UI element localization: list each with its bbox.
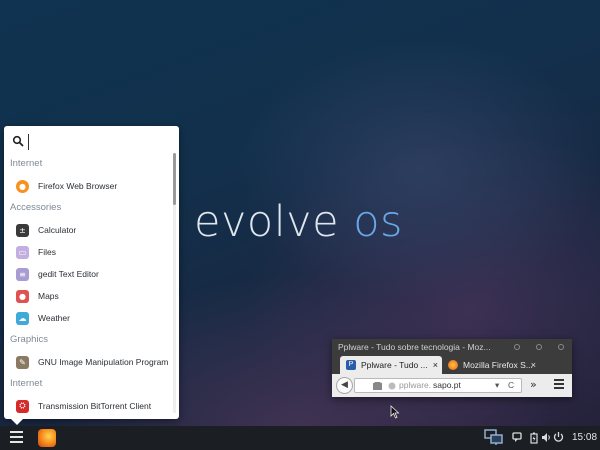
category-graphics: Graphics bbox=[10, 334, 49, 345]
reload-icon[interactable]: C bbox=[508, 379, 514, 392]
url-domain: sapo.pt bbox=[433, 380, 461, 390]
battery-icon[interactable] bbox=[530, 432, 538, 444]
transmission-icon: ⛭ bbox=[16, 399, 29, 413]
url-prefix: pplware. bbox=[399, 380, 432, 390]
mouse-pointer-icon bbox=[390, 405, 400, 419]
menu-item-firefox[interactable]: ● Firefox Web Browser bbox=[4, 175, 170, 197]
weather-icon: ☁ bbox=[16, 311, 29, 325]
menu-scrollbar-thumb[interactable] bbox=[173, 153, 176, 205]
tab-bar: P Pplware - Tudo ... × Mozilla Firefox S… bbox=[332, 355, 572, 387]
power-icon[interactable] bbox=[553, 431, 564, 443]
brand-word-evolve: evolve bbox=[194, 197, 340, 247]
bottom-panel: 15:08 bbox=[0, 426, 600, 450]
notifications-icon[interactable] bbox=[512, 432, 522, 443]
category-internet: Internet bbox=[10, 378, 43, 389]
brand-word-os: os bbox=[353, 197, 403, 247]
menu-item-label: gedit Text Editor bbox=[38, 269, 99, 279]
menu-item-label: Calculator bbox=[38, 225, 77, 235]
tab-label: Pplware - Tudo ... bbox=[361, 360, 428, 370]
dropdown-icon[interactable]: ▾ bbox=[495, 379, 499, 392]
menu-search-input[interactable] bbox=[28, 134, 168, 150]
minimize-button[interactable] bbox=[514, 344, 520, 350]
clock[interactable]: 15:08 bbox=[572, 426, 597, 450]
menu-item-calculator[interactable]: ± Calculator bbox=[4, 219, 170, 241]
tab-mozilla-firefox[interactable]: Mozilla Firefox S... × bbox=[444, 356, 540, 374]
close-tab-icon[interactable]: × bbox=[433, 359, 438, 371]
menu-item-label: Transmission BitTorrent Client bbox=[38, 401, 152, 411]
menu-item-label: Maps bbox=[38, 291, 59, 301]
category-accessories: Accessories bbox=[10, 202, 62, 213]
menu-item-gimp[interactable]: ✎ GNU Image Manipulation Program bbox=[4, 351, 170, 373]
address-bar[interactable]: pplware. sapo.pt ▾ C bbox=[354, 378, 522, 393]
menu-item-label: Firefox Web Browser bbox=[38, 181, 118, 191]
text-editor-icon: ≡ bbox=[16, 267, 29, 281]
gimp-icon: ✎ bbox=[16, 355, 29, 369]
maps-icon: ● bbox=[16, 289, 29, 303]
menu-item-label: Files bbox=[38, 247, 56, 257]
volume-icon[interactable] bbox=[541, 432, 551, 443]
menu-item-maps[interactable]: ● Maps bbox=[4, 285, 170, 307]
menu-button[interactable] bbox=[10, 431, 23, 444]
category-internet: Internet bbox=[10, 158, 43, 169]
firefox-window[interactable]: Pplware - Tudo sobre tecnologia - Moz...… bbox=[332, 339, 572, 397]
network-icon[interactable] bbox=[484, 429, 504, 446]
menu-item-label: Weather bbox=[38, 313, 70, 323]
menu-scrollbar[interactable] bbox=[173, 153, 176, 413]
navigation-toolbar: ◀ pplware. sapo.pt ▾ C » bbox=[332, 374, 572, 397]
menu-item-label: GNU Image Manipulation Program bbox=[38, 357, 169, 367]
firefox-icon: ● bbox=[16, 179, 29, 193]
overflow-button[interactable]: » bbox=[530, 378, 537, 392]
application-menu: Internet ● Firefox Web Browser Accessori… bbox=[4, 126, 179, 419]
menu-pointer-arrow bbox=[10, 418, 24, 425]
menu-search-bar[interactable] bbox=[12, 132, 168, 152]
tab-pplware[interactable]: P Pplware - Tudo ... × bbox=[340, 356, 442, 374]
menu-item-weather[interactable]: ☁ Weather bbox=[4, 307, 170, 329]
back-button[interactable]: ◀ bbox=[336, 377, 353, 394]
menu-item-transmission[interactable]: ⛭ Transmission BitTorrent Client bbox=[4, 395, 170, 417]
search-icon bbox=[12, 135, 24, 147]
firefox-favicon bbox=[448, 360, 458, 370]
globe-icon bbox=[388, 382, 396, 390]
calculator-icon: ± bbox=[16, 223, 29, 237]
tab-label: Mozilla Firefox S... bbox=[463, 360, 533, 370]
bookmarks-icon bbox=[373, 382, 382, 390]
close-button[interactable] bbox=[558, 344, 564, 350]
pplware-favicon: P bbox=[346, 360, 356, 370]
files-icon: ▭ bbox=[16, 245, 29, 259]
menu-item-files[interactable]: ▭ Files bbox=[4, 241, 170, 263]
maximize-button[interactable] bbox=[536, 344, 542, 350]
hamburger-menu-button[interactable] bbox=[554, 379, 564, 391]
menu-item-gedit[interactable]: ≡ gedit Text Editor bbox=[4, 263, 170, 285]
close-tab-icon[interactable]: × bbox=[531, 359, 536, 371]
evolve-os-wordmark: evolve os bbox=[194, 196, 403, 248]
firefox-launcher-icon[interactable] bbox=[38, 429, 56, 447]
